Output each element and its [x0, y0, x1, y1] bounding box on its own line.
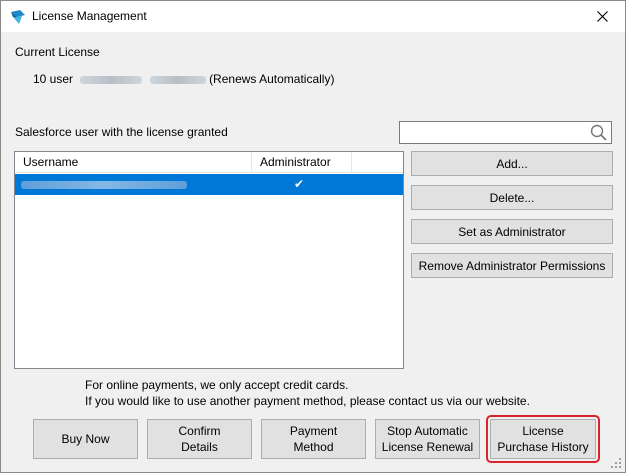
column-header-filler — [352, 152, 403, 173]
delete-user-button[interactable]: Delete... — [411, 185, 613, 210]
window-title: License Management — [32, 9, 147, 23]
title-bar: License Management — [1, 1, 625, 32]
search-icon[interactable] — [589, 123, 609, 143]
confirm-details-button[interactable]: Confirm Details — [147, 419, 252, 459]
license-renewal-status: (Renews Automatically) — [209, 72, 335, 86]
search-input[interactable] — [400, 122, 590, 143]
resize-grip-icon[interactable] — [610, 457, 622, 469]
user-search-box[interactable] — [399, 121, 612, 144]
granted-users-label: Salesforce user with the license granted — [15, 125, 228, 139]
remove-administrator-button[interactable]: Remove Administrator Permissions — [411, 253, 613, 278]
current-license-heading: Current License — [15, 45, 100, 59]
licensed-users-table[interactable]: Username Administrator ✔ — [14, 151, 404, 369]
redacted-username — [21, 180, 187, 189]
add-user-button[interactable]: Add... — [411, 151, 613, 176]
payment-method-button[interactable]: Payment Method — [261, 419, 366, 459]
table-row[interactable]: ✔ — [15, 174, 403, 195]
app-logo-icon — [11, 10, 25, 24]
table-header: Username Administrator — [15, 152, 403, 173]
payment-note-line1: For online payments, we only accept cred… — [85, 378, 349, 392]
column-header-administrator[interactable]: Administrator — [252, 152, 352, 173]
current-license-value: 10 user (Renews Automatically) — [33, 72, 334, 86]
close-button[interactable] — [579, 1, 625, 32]
license-management-window: License Management Current License 10 us… — [0, 0, 626, 473]
set-administrator-button[interactable]: Set as Administrator — [411, 219, 613, 244]
stop-automatic-renewal-button[interactable]: Stop Automatic License Renewal — [375, 419, 480, 459]
username-cell — [21, 174, 191, 195]
payment-note-line2: If you would like to use another payment… — [85, 394, 530, 408]
administrator-check-icon: ✔ — [294, 177, 305, 191]
redacted-date-start — [80, 75, 143, 84]
license-user-count: 10 user — [33, 72, 74, 86]
close-icon — [596, 11, 608, 22]
redacted-date-end — [149, 75, 206, 84]
column-header-username[interactable]: Username — [15, 152, 252, 173]
buy-now-button[interactable]: Buy Now — [33, 419, 138, 459]
license-purchase-history-button[interactable]: License Purchase History — [486, 415, 600, 463]
